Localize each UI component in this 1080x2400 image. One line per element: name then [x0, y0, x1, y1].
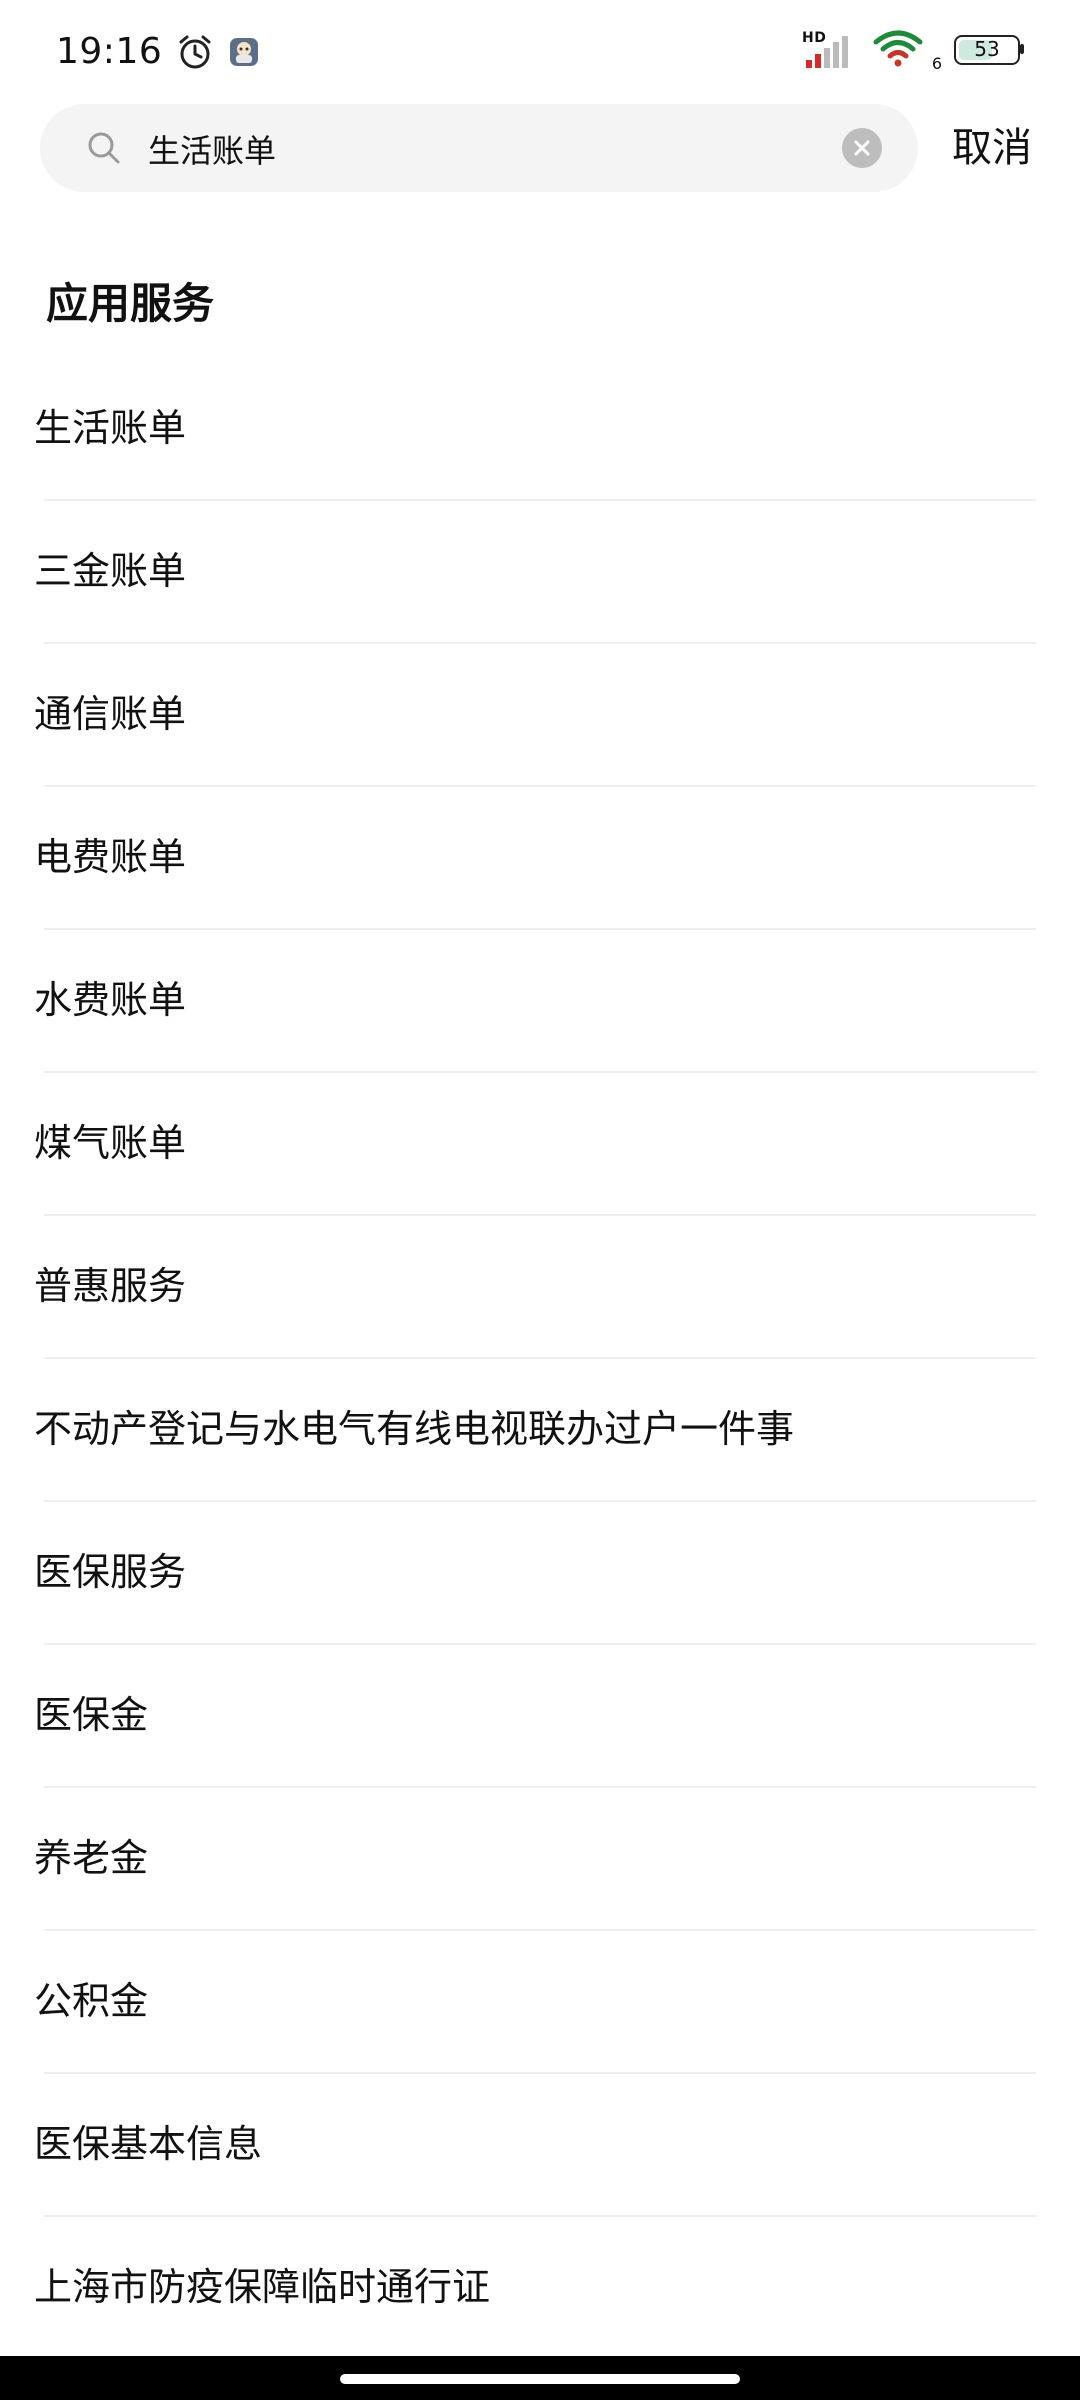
search-icon — [86, 130, 122, 166]
search-input[interactable] — [146, 104, 850, 194]
list-item[interactable]: 医保金 — [0, 1645, 1080, 1788]
cancel-button[interactable]: 取消 — [952, 122, 1032, 174]
list-item[interactable]: 养老金 — [0, 1788, 1080, 1931]
list-item-label: 医保金 — [34, 1693, 149, 1737]
search-box[interactable] — [40, 104, 918, 194]
list-item-label: 生活账单 — [34, 406, 187, 450]
list-item-label: 养老金 — [34, 1836, 149, 1880]
list-item[interactable]: 电费账单 — [0, 787, 1080, 930]
status-left: 19:16 — [56, 28, 260, 76]
status-bar: 19:16 HD 6 53 — [0, 0, 1080, 100]
list-item[interactable]: 医保基本信息 — [0, 2074, 1080, 2217]
status-right: HD 6 53 — [802, 28, 1024, 72]
list-item-label: 电费账单 — [34, 835, 187, 879]
list-item[interactable]: 上海市防疫保障临时通行证 — [0, 2217, 1080, 2360]
list-item[interactable]: 普惠服务 — [0, 1216, 1080, 1359]
list-item[interactable]: 生活账单 — [0, 358, 1080, 501]
result-list: 生活账单 三金账单 通信账单 电费账单 水费账单 煤气账单 普惠服务 不动产登记… — [0, 358, 1080, 2360]
list-item-label: 通信账单 — [34, 692, 187, 736]
list-item-label: 不动产登记与水电气有线电视联办过户一件事 — [34, 1407, 795, 1451]
section-title: 应用服务 — [46, 279, 215, 328]
close-icon — [854, 140, 870, 156]
list-item[interactable]: 煤气账单 — [0, 1073, 1080, 1216]
home-indicator[interactable] — [340, 2374, 740, 2384]
list-item[interactable]: 水费账单 — [0, 930, 1080, 1073]
battery-icon: 53 — [954, 35, 1024, 65]
status-time: 19:16 — [56, 31, 163, 72]
list-item-label: 上海市防疫保障临时通行证 — [34, 2265, 491, 2309]
alarm-icon — [176, 33, 214, 71]
list-item[interactable]: 通信账单 — [0, 644, 1080, 787]
list-item-label: 水费账单 — [34, 978, 187, 1022]
search-row: 取消 — [40, 104, 1040, 194]
list-item[interactable]: 不动产登记与水电气有线电视联办过户一件事 — [0, 1359, 1080, 1502]
navigation-bar — [0, 2356, 1080, 2400]
list-item[interactable]: 三金账单 — [0, 501, 1080, 644]
battery-cap — [1020, 44, 1024, 54]
list-item-label: 公积金 — [34, 1979, 149, 2023]
list-item-label: 医保服务 — [34, 1550, 187, 1594]
list-item-label: 三金账单 — [34, 549, 187, 593]
list-item[interactable]: 医保服务 — [0, 1502, 1080, 1645]
list-item-label: 普惠服务 — [34, 1264, 187, 1308]
clear-search-button[interactable] — [842, 128, 882, 168]
list-item-label: 煤气账单 — [34, 1121, 187, 1165]
list-item[interactable]: 公积金 — [0, 1931, 1080, 2074]
cellular-signal-icon: HD — [802, 30, 850, 70]
wifi-6-label: 6 — [931, 54, 942, 73]
list-item-label: 医保基本信息 — [34, 2122, 263, 2166]
battery-level: 53 — [974, 37, 1000, 61]
wifi-icon: 6 — [872, 28, 942, 72]
app-notification-icon — [228, 36, 260, 68]
